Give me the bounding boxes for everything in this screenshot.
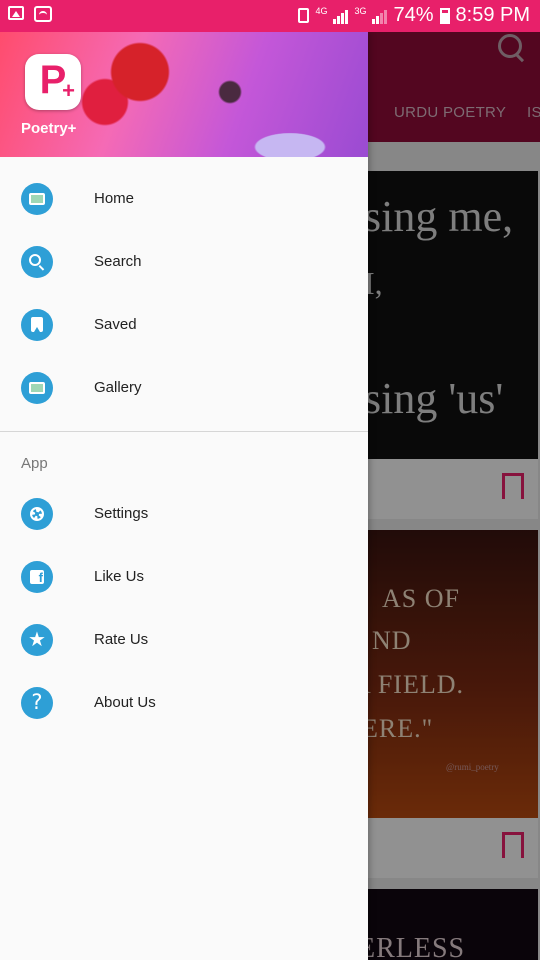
battery-icon	[439, 7, 450, 24]
menu-item-label: Settings	[94, 505, 149, 522]
wifi-notification-icon	[34, 6, 52, 22]
gallery-photo-icon	[21, 371, 53, 404]
drawer-header: P + Poetry+	[0, 32, 368, 157]
menu-item-label: Rate Us	[94, 631, 149, 648]
status-bar: 4G 3G 74% 8:59 PM	[0, 0, 540, 32]
menu-item-saved[interactable]: Saved	[0, 293, 368, 356]
menu-item-label: Search	[94, 253, 142, 270]
help-icon: ?	[21, 686, 53, 719]
signal-icon	[333, 8, 349, 24]
navigation-drawer: P + Poetry+ Home Search Saved Gallery App…	[0, 32, 368, 960]
facebook-icon: f	[21, 560, 53, 593]
sim-icon	[298, 8, 310, 23]
search-icon	[21, 245, 53, 278]
menu-item-label: Home	[94, 190, 135, 207]
menu-item-label: Saved	[94, 316, 137, 333]
app-name: Poetry+	[21, 120, 77, 137]
menu-item-label: About Us	[94, 694, 156, 711]
menu-item-like-us[interactable]: f Like Us	[0, 545, 368, 608]
menu-item-label: Like Us	[94, 568, 145, 585]
app-logo: P +	[25, 54, 81, 110]
menu-item-settings[interactable]: Settings	[0, 482, 368, 545]
menu-item-rate-us[interactable]: ★ Rate Us	[0, 608, 368, 671]
network-type-2: 3G	[354, 6, 367, 16]
star-icon: ★	[21, 623, 53, 656]
menu-item-about-us[interactable]: ? About Us	[0, 671, 368, 734]
gallery-photo-icon	[21, 182, 53, 215]
battery-percent: 74%	[393, 4, 434, 26]
image-notification-icon	[8, 6, 24, 20]
menu-item-home[interactable]: Home	[0, 167, 368, 230]
network-type-1: 4G	[315, 6, 328, 16]
gear-icon	[21, 497, 53, 530]
signal-icon-2	[372, 8, 388, 24]
bookmark-icon	[21, 308, 53, 341]
menu-item-search[interactable]: Search	[0, 230, 368, 293]
section-label-app: App	[21, 455, 48, 472]
menu-item-label: Gallery	[94, 379, 142, 396]
clock: 8:59 PM	[455, 4, 530, 26]
menu-item-gallery[interactable]: Gallery	[0, 356, 368, 419]
